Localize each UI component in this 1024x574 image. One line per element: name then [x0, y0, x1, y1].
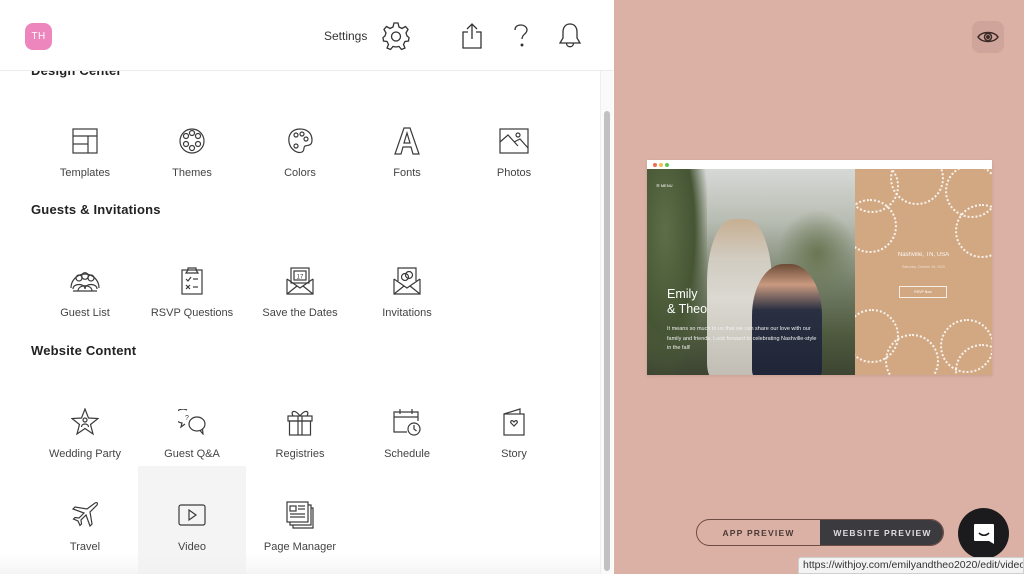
tile-fonts[interactable]: Fonts: [353, 84, 461, 192]
preview-menu-label: MENU: [660, 183, 673, 188]
video-play-icon: [175, 498, 209, 532]
floral-decoration: [885, 334, 939, 375]
tile-label: Guest Q&A: [164, 448, 220, 460]
star-person-icon: [68, 405, 102, 439]
themes-icon: [175, 124, 209, 158]
floral-decoration: [890, 169, 944, 205]
event-date: Saturday, October 15, 2020: [902, 265, 945, 269]
browser-titlebar: [647, 160, 992, 169]
tile-label: Fonts: [393, 167, 421, 179]
tile-colors[interactable]: Colors: [246, 84, 354, 192]
clipboard-icon: [175, 264, 209, 298]
tile-schedule[interactable]: Schedule: [353, 365, 461, 473]
bell-icon[interactable]: [554, 20, 586, 52]
tile-label: Templates: [59, 167, 111, 179]
tile-invitations[interactable]: Invitations: [353, 224, 461, 332]
preview-mode-toggle: APP PREVIEW WEBSITE PREVIEW: [696, 519, 944, 546]
tile-label: Photos: [496, 167, 532, 179]
tile-registries[interactable]: Registries: [246, 365, 354, 473]
card-heart-icon: [497, 405, 531, 439]
section-title-guests-invitations: Guests & Invitations: [31, 202, 161, 217]
tile-templates[interactable]: Templates: [31, 84, 139, 192]
event-card: Nashville, TN, USA Saturday, October 15,…: [855, 169, 992, 375]
calendar-clock-icon: [390, 405, 424, 439]
tile-guest-list[interactable]: Guest List: [31, 224, 139, 332]
templates-icon: [68, 124, 102, 158]
tile-label: Invitations: [382, 307, 432, 319]
tile-label: Save the Dates: [262, 307, 338, 319]
palette-icon: [283, 124, 317, 158]
airplane-icon: [68, 498, 102, 532]
event-location: Nashville, TN, USA: [897, 252, 950, 258]
photo-icon: [497, 124, 531, 158]
website-preview-tab[interactable]: WEBSITE PREVIEW: [820, 520, 943, 545]
tile-label: Page Manager: [263, 541, 337, 553]
tile-rsvp-questions[interactable]: RSVP Questions: [138, 224, 246, 332]
hero-groom: [752, 264, 822, 375]
settings-label[interactable]: Settings: [324, 29, 367, 43]
window-minimize-dot: [659, 163, 663, 167]
window-close-dot: [653, 163, 657, 167]
chat-icon: [973, 523, 994, 544]
tile-page-manager[interactable]: Page Manager: [246, 466, 354, 574]
section-title-website-content: Website Content: [31, 343, 137, 358]
tile-label: Schedule: [384, 448, 430, 460]
invitation-envelope-icon: [390, 264, 424, 298]
tile-video[interactable]: Video: [138, 466, 246, 574]
editor-content: Design Center Templates Themes Colors Fo…: [0, 0, 600, 574]
gear-icon[interactable]: [380, 20, 412, 52]
preview-menu: ☰ MENU: [656, 183, 673, 188]
tile-label: RSVP Questions: [150, 307, 234, 319]
svg-text:?: ?: [185, 415, 189, 422]
tile-label: Registries: [275, 448, 325, 460]
couple-name-line1: Emily: [667, 287, 698, 301]
website-preview-frame[interactable]: ☰ MENU Emily & Theo It means so much to …: [647, 160, 992, 375]
welcome-blurb: It means so much to us that we can share…: [667, 326, 817, 351]
app-preview-tab[interactable]: APP PREVIEW: [697, 520, 820, 545]
font-icon: [390, 124, 424, 158]
gift-icon: [283, 405, 317, 439]
tile-label: Guest List: [60, 307, 110, 319]
chat-support-button[interactable]: [958, 508, 1009, 559]
scrollbar-thumb[interactable]: [604, 111, 610, 571]
editor-panel: Design Center Templates Themes Colors Fo…: [0, 0, 614, 574]
tile-themes[interactable]: Themes: [138, 84, 246, 192]
couple-name-line2: & Theo: [667, 302, 708, 316]
tile-label: Colors: [284, 167, 316, 179]
tile-photos[interactable]: Photos: [460, 84, 568, 192]
guests-icon: [68, 264, 102, 298]
rsvp-button[interactable]: RSVP Now: [899, 286, 947, 298]
status-bar-url: https://withjoy.com/emilyandtheo2020/edi…: [798, 557, 1024, 574]
tile-label: Travel: [69, 541, 101, 553]
tile-label: Wedding Party: [49, 448, 121, 460]
pages-icon: [283, 498, 317, 532]
share-icon[interactable]: [456, 20, 488, 52]
tile-story[interactable]: Story: [460, 365, 568, 473]
svg-text:17: 17: [297, 275, 304, 281]
floral-decoration: [855, 199, 897, 253]
tile-label: Themes: [172, 167, 212, 179]
save-date-envelope-icon: 17: [283, 264, 317, 298]
tile-label: Story: [501, 448, 527, 460]
avatar[interactable]: TH: [25, 23, 52, 50]
eye-icon[interactable]: [972, 21, 1004, 53]
window-maximize-dot: [665, 163, 669, 167]
tile-travel[interactable]: Travel: [31, 466, 139, 574]
top-header: TH Settings: [0, 0, 614, 71]
couple-names: Emily & Theo: [667, 287, 707, 317]
tile-guest-qa[interactable]: ? Guest Q&A: [138, 365, 246, 473]
chat-bubbles-icon: ?: [175, 405, 209, 439]
hero-photo: ☰ MENU Emily & Theo It means so much to …: [647, 169, 855, 375]
help-icon[interactable]: [505, 20, 537, 52]
tile-label: Video: [178, 541, 206, 553]
tile-save-the-dates[interactable]: 17 Save the Dates: [246, 224, 354, 332]
tile-wedding-party[interactable]: Wedding Party: [31, 365, 139, 473]
